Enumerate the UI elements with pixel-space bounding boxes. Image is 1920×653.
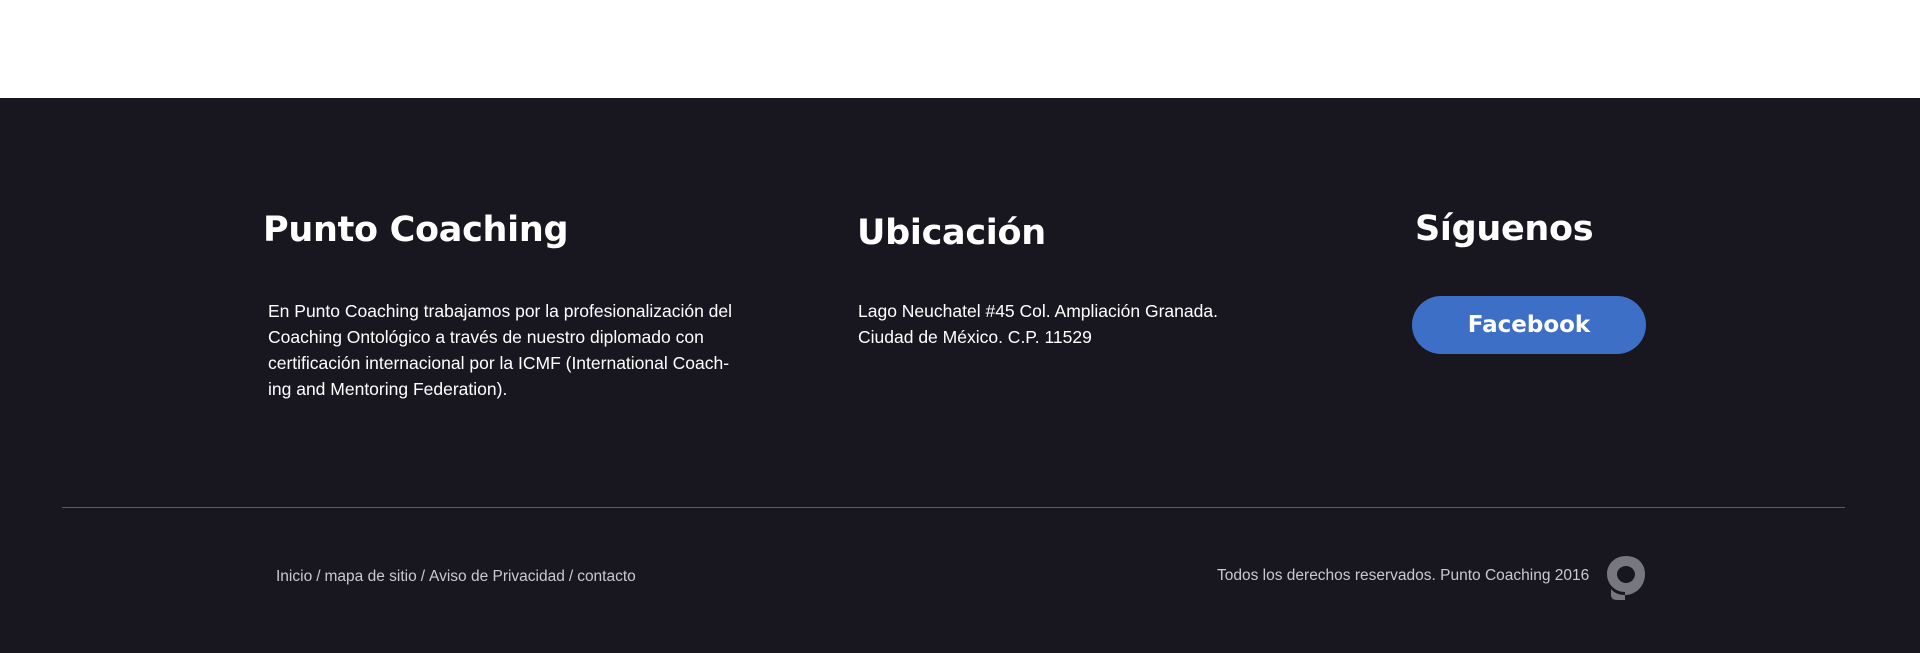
footer-link-mapa-de-sitio[interactable]: mapa de sitio (325, 568, 417, 585)
footer-link-aviso-de-privacidad[interactable]: Aviso de Privacidad (429, 568, 565, 585)
page-top-area (0, 0, 1920, 98)
about-line: certificación internacional por la ICMF … (268, 353, 730, 373)
about-title: Punto Coaching (263, 210, 569, 250)
copyright-text: Todos los derechos reservados. Punto Coa… (1217, 567, 1590, 584)
about-line: En Punto Coaching trabajamos por la prof… (268, 301, 733, 321)
facebook-button[interactable]: Facebook (1412, 296, 1646, 354)
footer-link-inicio[interactable]: Inicio (276, 568, 312, 585)
footer-divider (62, 507, 1845, 508)
footer-nav: Inicio / mapa de sitio / Aviso de Privacidad… (276, 568, 636, 586)
social-title: Síguenos (1415, 209, 1594, 249)
punto-coaching-logo-icon[interactable] (1605, 553, 1647, 603)
link-separator: / (316, 568, 321, 585)
address-line: Lago Neuchatel #45 Col. Ampliación Grana… (858, 301, 1218, 321)
about-line: ing and Mentoring Federation). (268, 379, 508, 399)
link-separator: / (568, 568, 574, 585)
link-separator: / (420, 568, 426, 585)
about-description: En Punto Coaching trabajamos por la prof… (268, 298, 748, 402)
location-address: Lago Neuchatel #45 Col. Ampliación Grana… (858, 298, 1258, 350)
location-title: Ubicación (857, 213, 1046, 253)
address-line: Ciudad de México. C.P. 11529 (858, 327, 1092, 347)
about-line: Coaching Ontológico a través de nuestro … (268, 327, 704, 347)
footer-link-contacto[interactable]: contacto (577, 568, 636, 585)
site-footer: Punto Coaching En Punto Coaching trabaja… (0, 98, 1920, 653)
